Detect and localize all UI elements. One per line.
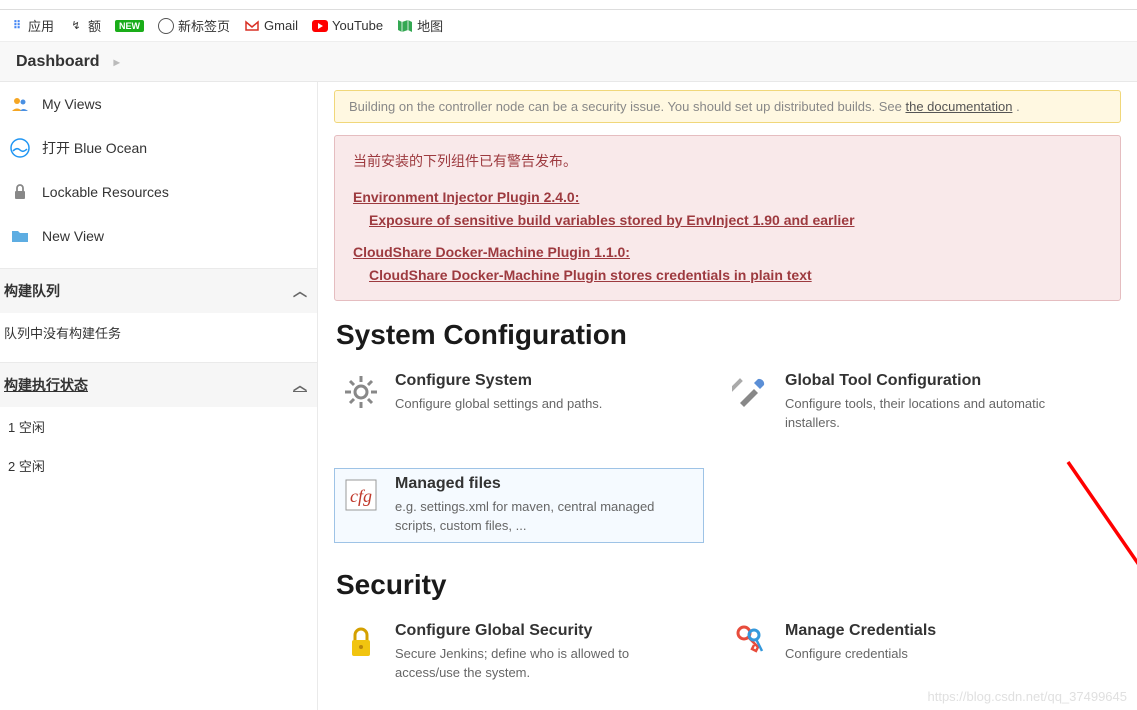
bookmark-gmail[interactable]: Gmail bbox=[244, 18, 298, 34]
folder-icon bbox=[10, 226, 30, 246]
bookmark-label: 应用 bbox=[28, 16, 54, 35]
lock-icon bbox=[10, 182, 30, 202]
tools-icon bbox=[731, 372, 771, 412]
bookmark-e[interactable]: ↯ 额 bbox=[68, 16, 101, 35]
globe-icon bbox=[158, 18, 174, 34]
sidebar-item-new-view[interactable]: New View bbox=[0, 214, 317, 258]
keys-icon bbox=[731, 622, 771, 662]
warning-banner-top: Building on the controller node can be a… bbox=[334, 90, 1121, 123]
card-global-tool[interactable]: Global Tool Configuration Configure tool… bbox=[724, 365, 1094, 440]
apps-icon: ⠿ bbox=[8, 18, 24, 34]
card-desc: e.g. settings.xml for maven, central man… bbox=[395, 497, 697, 536]
cfg-icon: cfg bbox=[341, 475, 381, 515]
sidebar-item-blue-ocean[interactable]: 打开 Blue Ocean bbox=[0, 126, 317, 170]
svg-text:cfg: cfg bbox=[350, 486, 372, 506]
blue-ocean-icon bbox=[10, 138, 30, 158]
bookmark-maps[interactable]: 地图 bbox=[397, 16, 443, 35]
card-desc: Configure global settings and paths. bbox=[395, 394, 697, 414]
bookmark-youtube[interactable]: YouTube bbox=[312, 18, 383, 34]
bookmark-newtab[interactable]: 新标签页 bbox=[158, 16, 230, 35]
chevron-right-icon: ▸ bbox=[114, 55, 120, 69]
bookmark-label: YouTube bbox=[332, 18, 383, 33]
maps-icon bbox=[397, 18, 413, 34]
people-icon bbox=[10, 94, 30, 114]
card-title: Global Tool Configuration bbox=[785, 372, 1087, 390]
alert-heading: 当前安装的下列组件已有警告发布。 bbox=[353, 150, 1102, 172]
link-icon: ↯ bbox=[68, 18, 84, 34]
sidebar: My Views 打开 Blue Ocean Lockable Resource… bbox=[0, 82, 318, 710]
executor-row: 2 空闲 bbox=[0, 446, 317, 485]
youtube-icon bbox=[312, 18, 328, 34]
card-manage-credentials[interactable]: Manage Credentials Configure credentials bbox=[724, 615, 1094, 690]
chevron-up-icon: ︿ bbox=[293, 281, 307, 301]
card-title: Configure Global Security bbox=[395, 622, 697, 640]
security-alert-box: 当前安装的下列组件已有警告发布。 Environment Injector Pl… bbox=[334, 135, 1121, 301]
sidebar-item-label: Lockable Resources bbox=[42, 184, 169, 200]
bookmarks-bar: ⠿ 应用 ↯ 额 NEW 新标签页 Gmail YouTube 地图 bbox=[0, 10, 1137, 42]
alert-detail-link[interactable]: CloudShare Docker-Machine Plugin stores … bbox=[369, 264, 812, 286]
sidebar-item-my-views[interactable]: My Views bbox=[0, 82, 317, 126]
sidebar-item-label: 打开 Blue Ocean bbox=[42, 138, 147, 158]
bookmark-label: 额 bbox=[88, 16, 101, 35]
card-desc: Secure Jenkins; define who is allowed to… bbox=[395, 644, 697, 683]
main-content: Building on the controller node can be a… bbox=[318, 82, 1137, 710]
bookmark-apps[interactable]: ⠿ 应用 bbox=[8, 16, 54, 35]
sidebar-item-label: My Views bbox=[42, 96, 102, 112]
build-queue-header[interactable]: 构建队列 ︿ bbox=[0, 269, 317, 313]
alert-detail-link[interactable]: Exposure of sensitive build variables st… bbox=[369, 209, 855, 231]
bookmark-new-badge[interactable]: NEW bbox=[115, 20, 144, 32]
gmail-icon bbox=[244, 18, 260, 34]
system-config-heading: System Configuration bbox=[336, 319, 1121, 351]
card-configure-security[interactable]: Configure Global Security Secure Jenkins… bbox=[334, 615, 704, 690]
card-title: Manage Credentials bbox=[785, 622, 1087, 640]
bookmark-label: 地图 bbox=[417, 16, 443, 35]
browser-toolbar bbox=[0, 0, 1137, 10]
sidebar-item-lockable[interactable]: Lockable Resources bbox=[0, 170, 317, 214]
card-title: Configure System bbox=[395, 372, 697, 390]
card-configure-system[interactable]: Configure System Configure global settin… bbox=[334, 365, 704, 440]
bookmark-label: Gmail bbox=[264, 18, 298, 33]
card-desc: Configure credentials bbox=[785, 644, 1087, 664]
gear-icon bbox=[341, 372, 381, 412]
executor-header[interactable]: 构建执行状态 ︿ bbox=[0, 363, 317, 407]
new-badge-icon: NEW bbox=[115, 20, 144, 32]
breadcrumb-bar: Dashboard ▸ bbox=[0, 42, 1137, 82]
bookmark-label: 新标签页 bbox=[178, 16, 230, 35]
breadcrumb-dashboard[interactable]: Dashboard bbox=[16, 53, 100, 71]
card-desc: Configure tools, their locations and aut… bbox=[785, 394, 1087, 433]
alert-plugin-link[interactable]: Environment Injector Plugin 2.4.0: bbox=[353, 186, 579, 208]
padlock-icon bbox=[341, 622, 381, 662]
documentation-link[interactable]: the documentation bbox=[905, 99, 1012, 114]
sidebar-item-label: New View bbox=[42, 228, 104, 244]
watermark: https://blog.csdn.net/qq_37499645 bbox=[928, 689, 1128, 704]
alert-plugin-link[interactable]: CloudShare Docker-Machine Plugin 1.1.0: bbox=[353, 241, 630, 263]
chevron-up-icon: ︿ bbox=[293, 375, 307, 395]
queue-empty-text: 队列中没有构建任务 bbox=[0, 313, 317, 352]
card-title: Managed files bbox=[395, 475, 697, 493]
executor-row: 1 空闲 bbox=[0, 407, 317, 446]
security-heading: Security bbox=[336, 569, 1121, 601]
card-managed-files[interactable]: cfg Managed files e.g. settings.xml for … bbox=[334, 468, 704, 543]
